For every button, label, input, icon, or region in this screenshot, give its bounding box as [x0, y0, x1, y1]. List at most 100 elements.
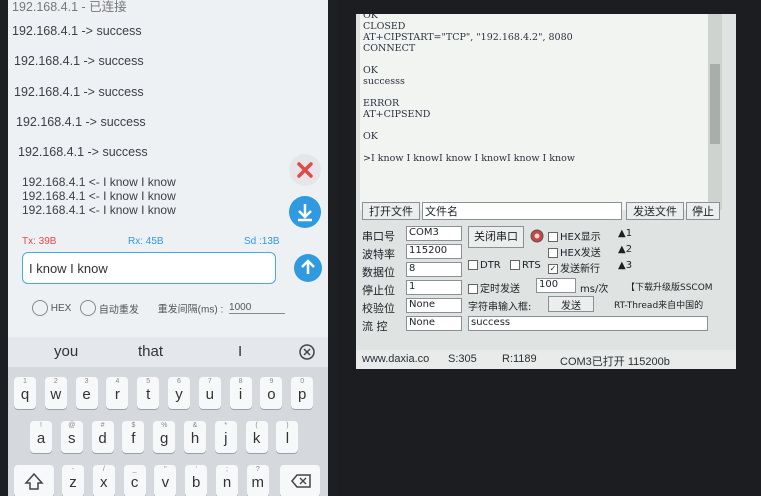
key-w[interactable]: 2w: [44, 377, 67, 409]
key-y[interactable]: 6y: [168, 377, 190, 409]
flow-select[interactable]: None: [406, 316, 462, 331]
key-o[interactable]: 9o: [260, 377, 283, 409]
parity-select[interactable]: None: [406, 298, 462, 313]
key-c[interactable]: _ c: [123, 465, 146, 496]
scroll-bottom-button[interactable]: [289, 196, 321, 228]
key-label: w: [50, 386, 62, 403]
tx-counter: Tx: 39B: [22, 236, 57, 247]
clear-log-button[interactable]: [289, 154, 321, 186]
dtr-option[interactable]: DTR: [468, 260, 501, 271]
key-hint: %: [161, 422, 168, 429]
key-label: r: [114, 386, 120, 403]
key-hint: #: [100, 422, 105, 429]
key-g[interactable]: % g: [153, 421, 176, 453]
key-i[interactable]: 8i: [229, 377, 252, 409]
interval-input[interactable]: 1000: [229, 302, 286, 314]
log-line: 192.168.4.1 - 已连接: [12, 0, 127, 14]
hex-display-option[interactable]: HEX显示: [548, 228, 601, 243]
suggestion[interactable]: that: [138, 343, 163, 360]
hex-radio[interactable]: [32, 300, 48, 316]
receive-log: 192.168.4.1 - 已连接 192.168.4.1 -> success…: [8, 0, 328, 232]
key-h[interactable]: & h: [184, 421, 206, 453]
key-t[interactable]: 5t: [137, 377, 160, 409]
baud-select[interactable]: 115200: [406, 244, 462, 259]
key-label: c: [130, 474, 139, 491]
log-line: 192.168.4.1 -> success: [14, 85, 144, 99]
stop-button[interactable]: 停止: [686, 202, 720, 220]
close-port-button[interactable]: 关闭串口: [468, 226, 524, 248]
log-line: 192.168.4.1 -> success: [12, 24, 142, 38]
key-m[interactable]: ? m: [246, 465, 269, 496]
message-input[interactable]: I know I know: [22, 252, 276, 284]
key-hint: ": [164, 466, 167, 473]
status-bar: www.daxia.co S:305 R:1189 COM3已打开 115200…: [356, 350, 736, 369]
key-z[interactable]: -z: [62, 465, 84, 496]
key-d[interactable]: # d: [91, 421, 114, 453]
key-hint: 8: [238, 378, 243, 385]
shift-key[interactable]: [14, 465, 54, 496]
sscom-window: OK CLOSED AT+CIPSTART="TCP", "192.168.4.2"…: [356, 14, 736, 369]
key-label: k: [252, 430, 261, 447]
side-marker-1: ▲1: [618, 228, 633, 239]
send-string-button[interactable]: 发送: [548, 296, 594, 312]
terminal-scrollbar[interactable]: [708, 14, 722, 210]
auto-resend-radio[interactable]: [80, 300, 97, 316]
key-v[interactable]: " v: [154, 465, 177, 496]
key-u[interactable]: 7u: [198, 377, 221, 409]
stop-bits-select[interactable]: 1: [406, 280, 462, 295]
key-f[interactable]: $ f: [122, 421, 145, 453]
key-e[interactable]: 3e: [75, 377, 98, 409]
terminal-output: OK CLOSED AT+CIPSTART="TCP", "192.168.4.2"…: [360, 14, 708, 210]
key-label: e: [82, 386, 91, 403]
suggestion[interactable]: I: [238, 343, 242, 360]
hex-send-option[interactable]: HEX发送: [548, 244, 601, 259]
key-n[interactable]: ; n: [216, 465, 238, 496]
send-button[interactable]: [294, 254, 322, 282]
send-newline-option[interactable]: ✓ 发送新行: [548, 260, 600, 275]
key-label: d: [98, 430, 107, 447]
mic-icon[interactable]: [298, 342, 316, 362]
key-label: z: [69, 474, 77, 491]
key-b[interactable]: ' b: [185, 465, 208, 496]
key-label: j: [224, 430, 228, 447]
promo-line[interactable]: RT-Thread来自中国的: [614, 298, 703, 311]
key-s[interactable]: @ s: [60, 421, 83, 453]
data-bits-select[interactable]: 8: [406, 262, 462, 277]
key-k[interactable]: (k: [245, 421, 268, 453]
side-marker-3: ▲3: [618, 260, 633, 271]
key-x[interactable]: / x: [92, 465, 115, 496]
key-hint: ': [195, 466, 197, 473]
backspace-key[interactable]: [280, 465, 320, 496]
log-line: 192.168.4.1 -> success: [18, 145, 148, 159]
key-hint: ;: [226, 466, 228, 473]
promo-line[interactable]: 【下载升级版SSCOM: [626, 280, 713, 293]
send-text-field[interactable]: success: [468, 316, 708, 331]
key-a[interactable]: ! a: [30, 421, 52, 453]
interval-label: 重发间隔(ms) :: [157, 304, 224, 316]
key-q[interactable]: 1q: [14, 377, 36, 409]
key-label: b: [192, 474, 201, 491]
download-arrow-icon: [298, 204, 312, 222]
terminal-line: OK: [363, 131, 378, 142]
terminal-line: OK: [363, 14, 378, 21]
send-file-button[interactable]: 发送文件: [626, 202, 684, 220]
key-hint: -: [71, 466, 75, 473]
terminal-line: successs: [363, 76, 405, 87]
key-hint: 0: [300, 378, 305, 385]
keyboard: 1 q 2 w 3 e 4 r 5 t 6 y 7 u 8 i 9 o 0 p! a @ s # d $ f% g & h * j(k) l - z…: [8, 367, 328, 496]
parity-label: 校验位: [362, 302, 395, 315]
port-select[interactable]: COM3: [406, 226, 462, 241]
status-received: R:1189: [502, 353, 537, 365]
rx-counter: Rx: 45B: [128, 236, 164, 247]
key-l[interactable]: ) l: [276, 421, 299, 453]
period-input[interactable]: 100: [536, 278, 576, 293]
timed-send-option[interactable]: 定时发送: [468, 280, 520, 295]
key-j[interactable]: * j: [214, 421, 237, 453]
open-file-button[interactable]: 打开文件: [362, 202, 420, 220]
key-r[interactable]: 4r: [106, 377, 129, 409]
rts-option[interactable]: RTS: [510, 260, 541, 271]
key-p[interactable]: 0p: [291, 377, 314, 409]
suggestion[interactable]: you: [54, 343, 78, 360]
status-site[interactable]: www.daxia.co: [362, 353, 429, 365]
file-name-field[interactable]: 文件名: [422, 202, 622, 220]
